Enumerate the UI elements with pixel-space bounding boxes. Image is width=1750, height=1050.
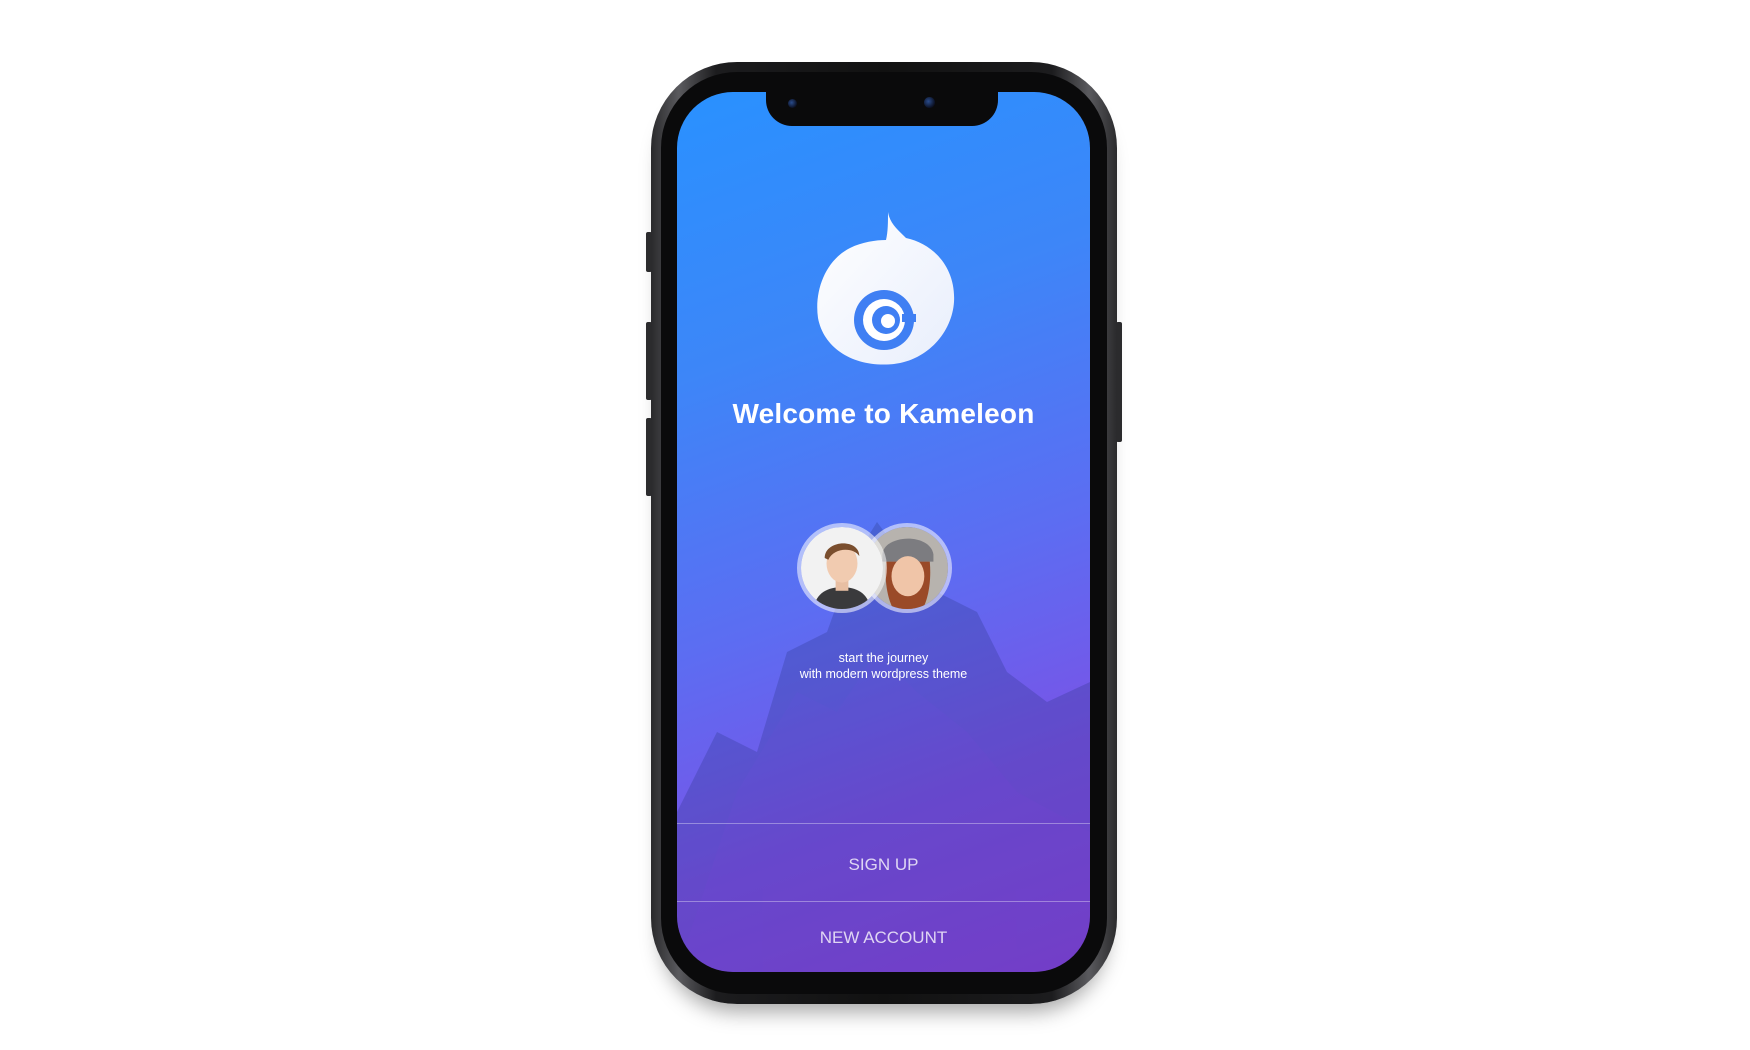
power-button xyxy=(1116,322,1122,442)
silent-switch xyxy=(646,232,652,272)
front-sensor-icon xyxy=(924,97,935,108)
tagline-line-1: start the journey xyxy=(838,651,929,665)
divider-top xyxy=(677,823,1090,824)
divider-middle xyxy=(677,901,1090,902)
welcome-title: Welcome to Kameleon xyxy=(732,398,1035,429)
avatar-man-icon xyxy=(801,527,883,609)
volume-down-button xyxy=(646,418,652,496)
tagline-line-2: with modern wordpress theme xyxy=(799,667,968,681)
notch xyxy=(766,88,998,126)
new-account-button[interactable]: NEW ACCOUNT xyxy=(677,903,1090,973)
avatar-man[interactable] xyxy=(797,523,887,613)
front-camera-icon xyxy=(788,99,797,108)
chameleon-logo-icon xyxy=(817,212,955,365)
volume-up-button xyxy=(646,322,652,400)
sign-up-button[interactable]: SIGN UP xyxy=(677,830,1090,900)
